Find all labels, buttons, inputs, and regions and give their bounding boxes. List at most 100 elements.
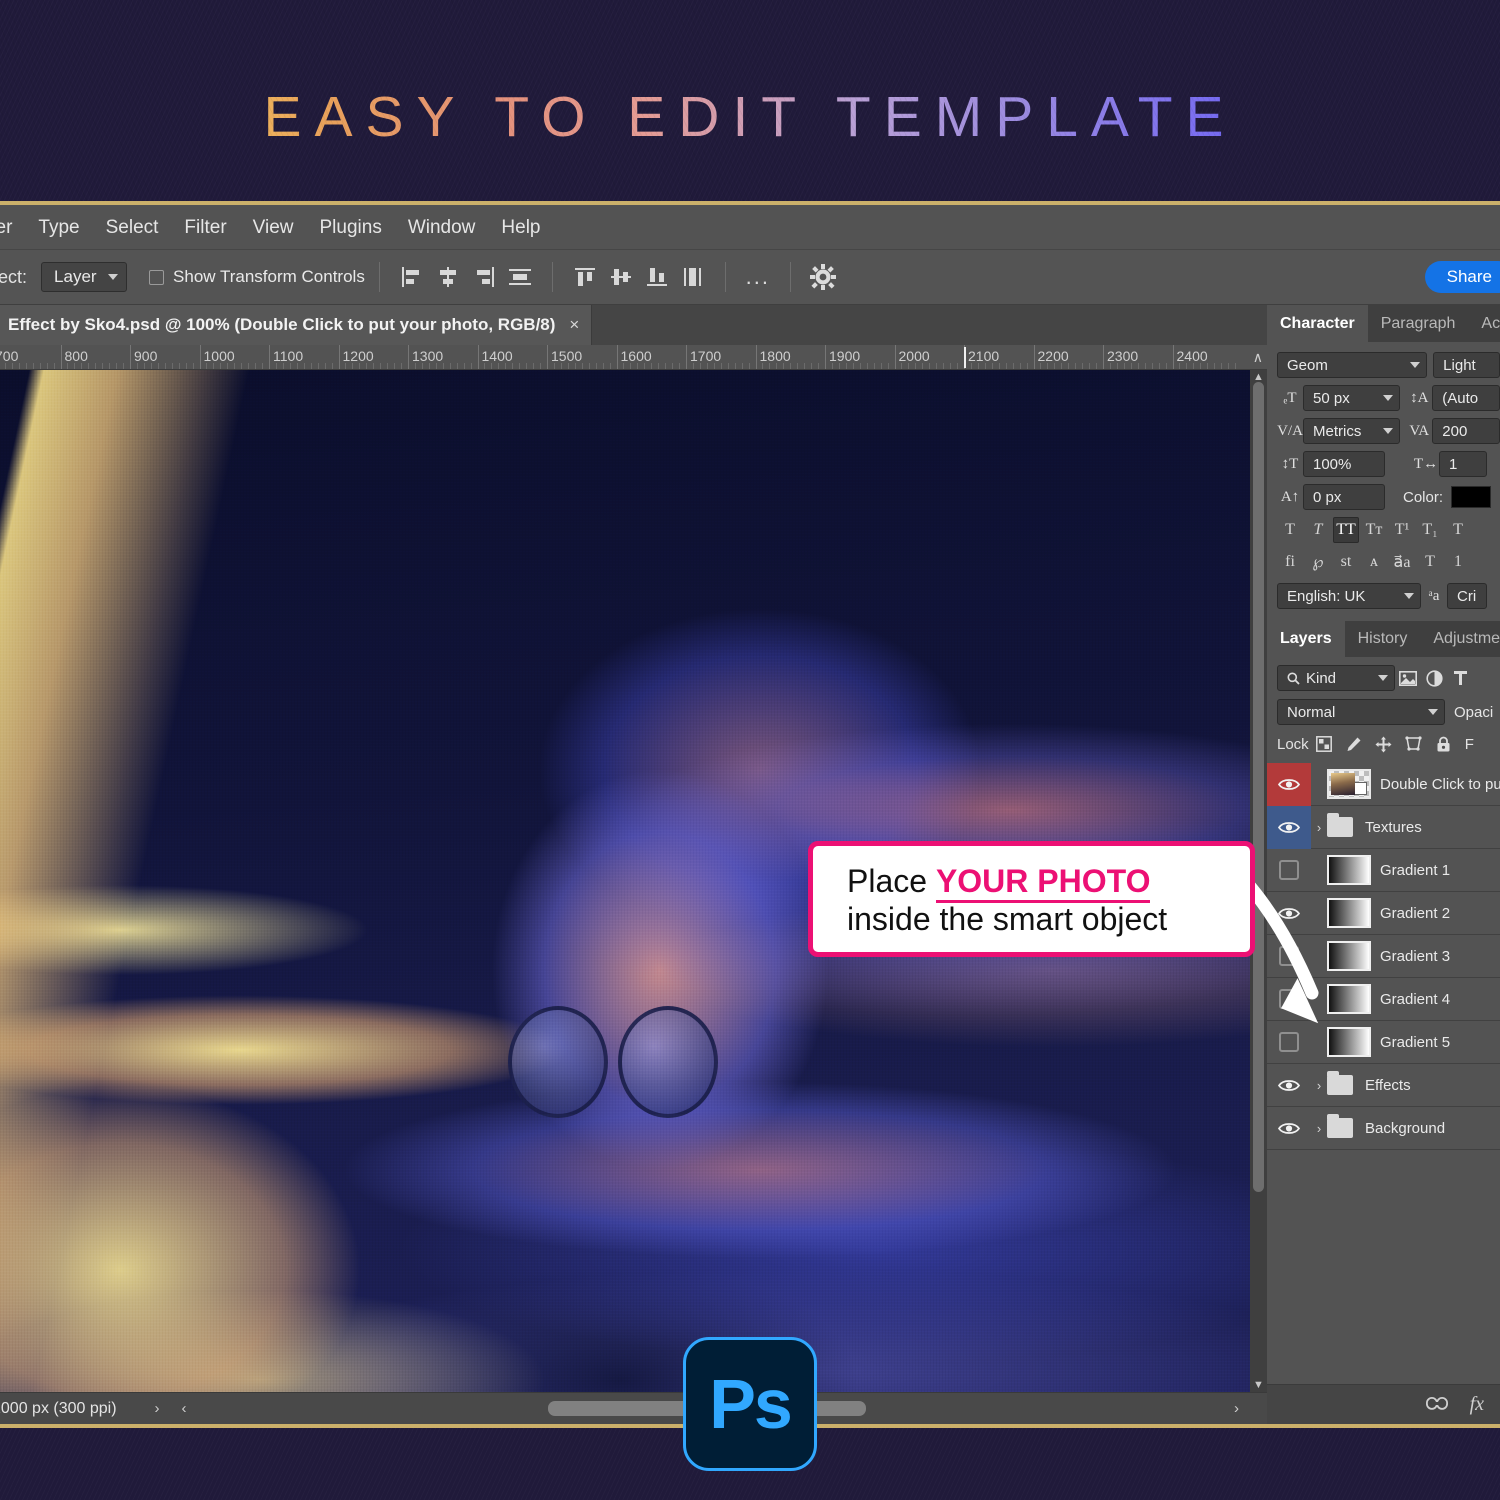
text-color-swatch[interactable] [1451, 486, 1492, 508]
ruler-tick-minor [1193, 363, 1195, 369]
baseline-shift-field[interactable]: 0 px [1303, 484, 1385, 510]
layer-row[interactable]: › Background [1267, 1107, 1500, 1150]
layer-row[interactable]: Double Click to put y [1267, 762, 1500, 806]
anti-alias-dropdown[interactable]: Cri [1447, 583, 1487, 609]
scroll-left-icon[interactable]: ‹ [182, 1400, 187, 1417]
language-dropdown[interactable]: English: UK [1277, 583, 1421, 609]
ruler-tick-minor [699, 363, 701, 369]
lock-all-icon[interactable] [1429, 733, 1459, 755]
smart-object-thumbnail[interactable] [1327, 769, 1371, 799]
vertical-scroll-thumb[interactable] [1253, 382, 1264, 1192]
faux-bold-button[interactable]: T [1277, 517, 1303, 543]
ruler-tick-minor [282, 363, 284, 369]
layer-visibility-toggle[interactable] [1267, 762, 1311, 806]
lock-pixels-icon[interactable] [1339, 733, 1369, 755]
horizontal-scale-field[interactable]: 1 [1439, 451, 1487, 477]
font-style-dropdown[interactable]: Light [1433, 352, 1500, 378]
canvas-horizontal-scrollbar[interactable] [430, 1401, 1220, 1416]
menu-item-select[interactable]: Select [93, 205, 172, 250]
more-options-icon[interactable]: ... [740, 260, 776, 294]
document-tab[interactable]: Effect by Sko4.psd @ 100% (Double Click … [0, 305, 593, 345]
ordinals-icon[interactable]: 1 [1445, 549, 1471, 575]
menu-item-filter[interactable]: Filter [171, 205, 239, 250]
tab-paragraph[interactable]: Paragraph [1367, 305, 1469, 342]
scroll-down-icon[interactable]: ▼ [1250, 1378, 1267, 1392]
kerning-field[interactable]: Metrics [1303, 418, 1401, 444]
scroll-right-icon[interactable]: › [1234, 1400, 1239, 1417]
ruler-tick-minor [936, 363, 938, 369]
align-vertical-centers-icon[interactable] [603, 260, 639, 294]
horizontal-ruler[interactable]: 700 800 900 1000 1100 1200 1300 1400 1500 1600 170… [0, 345, 1267, 370]
status-expand-icon[interactable]: › [155, 1400, 160, 1417]
tab-layers[interactable]: Layers [1267, 621, 1345, 657]
tab-adjustments[interactable]: Adjustments [1420, 621, 1500, 657]
show-transform-controls-label: Show Transform Controls [173, 267, 365, 286]
menu-item-layer[interactable]: yer [0, 205, 25, 250]
tab-character[interactable]: Character [1267, 305, 1368, 342]
ruler-tick-major [686, 345, 687, 369]
faux-italic-button[interactable]: T [1305, 517, 1331, 543]
titling-alternates-icon[interactable]: T [1417, 549, 1443, 575]
align-left-edges-icon[interactable] [394, 260, 430, 294]
adjustment-filter-icon[interactable] [1421, 665, 1447, 691]
align-top-edges-icon[interactable] [567, 260, 603, 294]
contextual-alternates-icon[interactable]: ℘ [1305, 549, 1331, 575]
layer-filter-kind-dropdown[interactable]: Kind [1277, 665, 1395, 691]
font-family-dropdown[interactable]: Geom [1277, 352, 1428, 378]
distribute-horizontal-icon[interactable] [502, 260, 538, 294]
subscript-button[interactable]: T₁ [1417, 517, 1443, 543]
type-filter-icon[interactable] [1447, 665, 1473, 691]
font-size-field[interactable]: 50 px [1303, 385, 1401, 411]
all-caps-button[interactable]: TT [1333, 517, 1359, 543]
share-button[interactable]: Share [1424, 261, 1500, 293]
tab-actions[interactable]: Action [1468, 305, 1500, 342]
lock-transparency-icon[interactable] [1309, 733, 1339, 755]
blend-mode-dropdown[interactable]: Normal [1277, 699, 1445, 725]
vertical-scale-field[interactable]: 100% [1303, 451, 1385, 477]
gear-icon[interactable] [805, 260, 841, 294]
ruler-tick-minor [762, 363, 764, 369]
checkbox-icon[interactable] [149, 269, 165, 285]
tab-history[interactable]: History [1344, 621, 1421, 657]
align-horizontal-centers-icon[interactable] [430, 260, 466, 294]
chevron-right-icon[interactable]: › [1311, 820, 1327, 835]
tracking-field[interactable]: 200 [1432, 418, 1500, 444]
layer-visibility-toggle[interactable] [1267, 805, 1311, 849]
layer-visibility-toggle[interactable] [1267, 1064, 1311, 1107]
show-transform-controls-toggle[interactable]: Show Transform Controls [149, 267, 365, 287]
menu-item-help[interactable]: Help [488, 205, 553, 250]
pixel-filter-icon[interactable] [1395, 665, 1421, 691]
layer-style-fx-icon[interactable]: fx [1470, 1393, 1484, 1416]
leading-field[interactable]: (Auto [1432, 385, 1500, 411]
layer-row[interactable]: › Effects [1267, 1064, 1500, 1107]
layer-row[interactable]: › Textures [1267, 805, 1500, 849]
chevron-right-icon[interactable]: › [1311, 1078, 1327, 1093]
ruler-tick-minor [81, 363, 83, 369]
menu-item-view[interactable]: View [240, 205, 307, 250]
swash-icon[interactable]: ᴀ [1361, 549, 1387, 575]
small-caps-button[interactable]: Tᴛ [1361, 517, 1387, 543]
standard-ligatures-icon[interactable]: fi [1277, 549, 1303, 575]
chevron-right-icon[interactable]: › [1311, 1121, 1327, 1136]
horizontal-scale-value: 1 [1449, 455, 1458, 473]
menu-item-plugins[interactable]: Plugins [307, 205, 395, 250]
lock-artboard-icon[interactable] [1399, 733, 1429, 755]
stylistic-alternates-icon[interactable]: a⃗a [1389, 549, 1415, 575]
discretionary-ligatures-icon[interactable]: st [1333, 549, 1359, 575]
lock-position-icon[interactable] [1369, 733, 1399, 755]
blend-mode-row: Normal Opaci [1267, 691, 1500, 725]
chevron-up-icon[interactable]: ∧ [1253, 349, 1263, 366]
close-icon[interactable]: × [569, 315, 579, 335]
menu-item-type[interactable]: Type [25, 205, 92, 250]
ruler-tick-minor [1144, 363, 1146, 369]
link-layers-icon[interactable] [1425, 1395, 1448, 1415]
align-bottom-edges-icon[interactable] [639, 260, 675, 294]
menu-item-window[interactable]: Window [395, 205, 489, 250]
layer-visibility-toggle[interactable] [1267, 1107, 1311, 1150]
underline-button[interactable]: T [1445, 517, 1471, 543]
superscript-button[interactable]: T¹ [1389, 517, 1415, 543]
select-target-dropdown[interactable]: Layer [41, 262, 128, 292]
distribute-vertical-icon[interactable] [675, 260, 711, 294]
ruler-tick-minor [804, 363, 806, 369]
align-right-edges-icon[interactable] [466, 260, 502, 294]
